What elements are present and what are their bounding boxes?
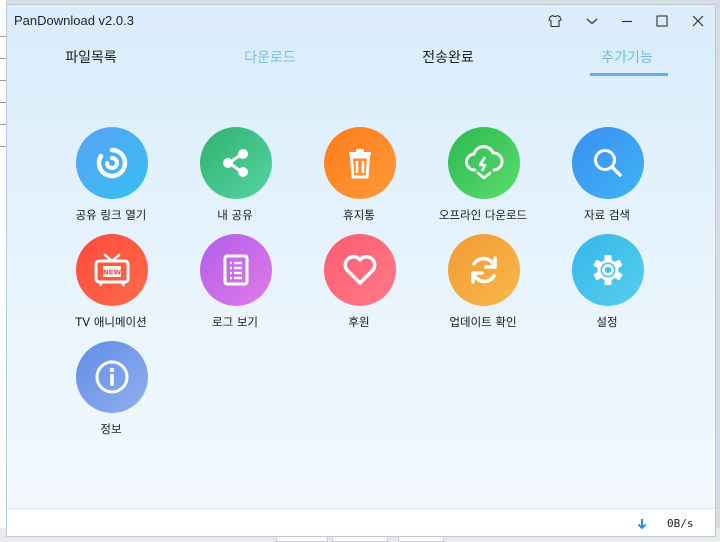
svg-text:NEW: NEW (103, 269, 122, 277)
maximize-button[interactable] (647, 9, 677, 33)
main-tabs: 파일목록 다운로드 전송완료 추가기능 (7, 39, 715, 77)
close-icon (692, 15, 704, 27)
download-speed: 0B/s (667, 517, 694, 530)
feature-label: TV 애니메이션 (75, 315, 147, 329)
feature-label: 오프라인 다운로드 (438, 208, 528, 222)
feature-label: 후원 (348, 315, 370, 329)
feature-settings[interactable]: 설정 (545, 234, 669, 334)
info-icon (76, 341, 148, 413)
refresh-icon (448, 234, 520, 306)
feature-label: 내 공유 (217, 208, 253, 222)
feature-about[interactable]: 정보 (49, 341, 173, 441)
minimize-icon (622, 20, 632, 23)
tab-extra-features[interactable]: 추가기능 (567, 47, 687, 67)
window-title: PanDownload v2.0.3 (14, 13, 134, 28)
maximize-icon (656, 15, 668, 27)
share-icon (200, 127, 272, 199)
feature-label: 자료 검색 (584, 208, 630, 222)
tab-file-list[interactable]: 파일목록 (31, 47, 151, 67)
active-tab-indicator (590, 73, 668, 76)
feature-offline-download[interactable]: 오프라인 다운로드 (421, 127, 545, 227)
status-bar: 0B/s (7, 508, 715, 536)
search-icon (572, 127, 644, 199)
feature-label: 설정 (596, 315, 618, 329)
feature-view-log[interactable]: 로그 보기 (173, 234, 297, 334)
feature-my-shares[interactable]: 내 공유 (173, 127, 297, 227)
share-link-icon (76, 127, 148, 199)
minimize-button[interactable] (612, 9, 642, 33)
tshirt-icon (548, 14, 562, 28)
title-bar[interactable]: PanDownload v2.0.3 (7, 5, 715, 37)
tv-icon: NEW (76, 234, 148, 306)
feature-label: 공유 링크 열기 (75, 208, 147, 222)
tab-completed[interactable]: 전송완료 (388, 47, 508, 67)
menu-button[interactable] (577, 9, 607, 33)
feature-label: 업데이트 확인 (449, 315, 517, 329)
pandownload-window: PanDownload v2.0.3 파일목록 다운로드 전송완료 추가기능 공… (6, 4, 716, 537)
chevron-down-icon (586, 18, 598, 25)
feature-tv-animation[interactable]: NEW TV 애니메이션 (49, 234, 173, 334)
feature-label: 정보 (100, 422, 122, 436)
feature-donate[interactable]: 후원 (297, 234, 421, 334)
gear-icon (572, 234, 644, 306)
heart-icon (324, 234, 396, 306)
feature-label: 휴지통 (343, 208, 375, 222)
download-arrow-icon (637, 519, 647, 530)
feature-check-update[interactable]: 업데이트 확인 (421, 234, 545, 334)
cloud-download-icon (448, 127, 520, 199)
skin-button[interactable] (540, 9, 570, 33)
feature-open-share-link[interactable]: 공유 링크 열기 (49, 127, 173, 227)
log-icon (200, 234, 272, 306)
feature-resource-search[interactable]: 자료 검색 (545, 127, 669, 227)
close-button[interactable] (683, 9, 713, 33)
trash-icon (324, 127, 396, 199)
feature-label: 로그 보기 (212, 315, 258, 329)
tab-downloads[interactable]: 다운로드 (210, 47, 330, 67)
feature-trash[interactable]: 휴지통 (297, 127, 421, 227)
